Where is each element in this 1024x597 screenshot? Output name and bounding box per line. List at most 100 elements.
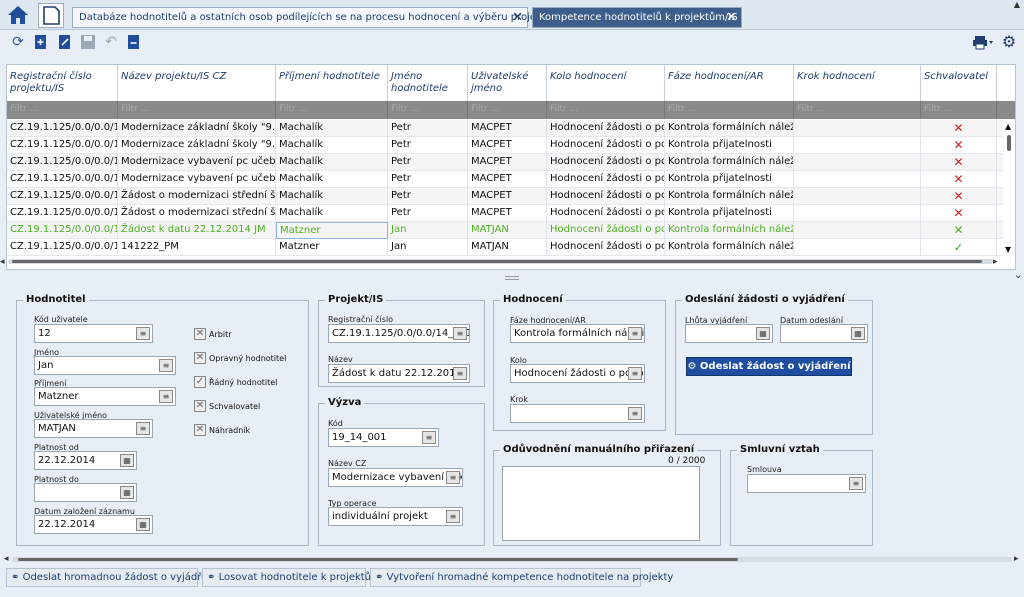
lookup-icon[interactable]: ≡ [849, 477, 863, 490]
delete-icon[interactable] [126, 34, 142, 50]
checkbox-checked[interactable]: ✓ [194, 376, 206, 388]
col-header-phase[interactable]: Fáze hodnocení/AR [665, 65, 794, 101]
grid-vertical-scroll-thumb[interactable] [1007, 135, 1011, 151]
edit-icon[interactable] [57, 34, 73, 50]
gear-icon[interactable]: ⚙ [998, 34, 1020, 50]
table-row[interactable]: CZ.19.1.125/0.0/0.0/1 Žádost o modernizac… [7, 205, 1003, 222]
filter-input[interactable]: Filtr ... [468, 101, 547, 119]
filter-input[interactable]: Filtr ... [118, 101, 276, 119]
col-header-step[interactable]: Krok hodnocení [794, 65, 921, 101]
calendar-icon[interactable]: ▦ [756, 327, 770, 340]
field-value: CZ.19.1.125/0.0/0.0/14_001 [332, 328, 470, 339]
scroll-left-icon[interactable]: ◂ [4, 554, 9, 564]
calendar-icon[interactable]: ▦ [136, 518, 150, 531]
call-code-field[interactable]: 19_14_001 ≡ [328, 428, 439, 447]
evaluation-step-field[interactable]: ≡ [510, 404, 645, 423]
lookup-icon[interactable]: ≡ [628, 407, 642, 420]
valid-from-field[interactable]: 22.12.2014 ▦ [34, 451, 137, 470]
lookup-icon[interactable]: ≡ [159, 390, 173, 403]
operation-type-field[interactable]: individuální projekt ≡ [328, 507, 463, 526]
contract-field[interactable]: ≡ [747, 474, 866, 493]
table-row[interactable]: CZ.19.1.125/0.0/0.0/1 141222_PM Matzner Jan… [7, 239, 1003, 256]
close-icon[interactable]: ✕ [726, 10, 737, 25]
add-icon[interactable] [33, 34, 49, 50]
collapse-icon[interactable]: ⌄ [1014, 270, 1022, 281]
draw-evaluators-button[interactable]: ⚭ Losovat hodnotitele k projektům [202, 568, 381, 587]
print-icon[interactable] [972, 34, 994, 50]
scroll-up-icon[interactable]: ▲ [1014, 0, 1020, 9]
table-row[interactable]: CZ.19.1.125/0.0/0.0/1 Modernizace vybaven… [7, 171, 1003, 188]
scroll-right-icon[interactable]: ▸ [1014, 554, 1019, 564]
calendar-icon[interactable]: ▦ [120, 454, 134, 467]
filter-input[interactable]: Filtr ... [794, 101, 921, 119]
table-row[interactable]: CZ.19.1.125/0.0/0.0/1 Modernizace základn… [7, 120, 1003, 137]
splitter-handle[interactable] [505, 276, 519, 280]
lookup-icon[interactable]: ≡ [159, 359, 173, 372]
scroll-right-icon[interactable]: ▸ [993, 257, 998, 267]
close-icon[interactable]: ✕ [512, 10, 523, 25]
created-date-field[interactable]: 22.12.2014 ▦ [34, 515, 153, 534]
scroll-down-icon[interactable]: ▼ [1005, 245, 1011, 254]
filter-input[interactable]: Filtr ... [547, 101, 665, 119]
lookup-icon[interactable]: ≡ [446, 471, 460, 484]
lookup-icon[interactable]: ≡ [136, 422, 150, 435]
form-scroll-thumb[interactable] [18, 558, 738, 561]
bulk-request-label: Odeslat hromadnou žádost o vyjádření [22, 572, 217, 583]
filter-input[interactable]: Filtr ... [665, 101, 794, 119]
lookup-icon[interactable]: ≡ [628, 327, 642, 340]
checkbox-x[interactable]: ✕ [194, 400, 206, 412]
table-row[interactable]: CZ.19.1.125/0.0/0.0/1 Žádost o modernizac… [7, 188, 1003, 205]
user-code-field[interactable]: 12 ≡ [34, 324, 153, 343]
checkbox-x[interactable]: ✕ [194, 352, 206, 364]
home-icon[interactable] [6, 4, 30, 26]
lookup-icon[interactable]: ≡ [453, 327, 467, 340]
username-field[interactable]: MATJAN ≡ [34, 419, 153, 438]
undo-icon[interactable]: ↶ [103, 34, 119, 50]
grid-scroll-thumb[interactable] [12, 260, 982, 263]
tab-database[interactable]: Databáze hodnotitelů a ostatních osob po… [72, 7, 552, 28]
valid-to-field[interactable]: ▦ [34, 483, 137, 502]
project-reg-field[interactable]: CZ.19.1.125/0.0/0.0/14_001 ≡ [328, 324, 470, 343]
table-row[interactable]: CZ.19.1.125/0.0/0.0/1 Modernizace základn… [7, 137, 1003, 154]
lookup-icon[interactable]: ≡ [136, 327, 150, 340]
col-header-round[interactable]: Kolo hodnocení [547, 65, 665, 101]
call-name-field[interactable]: Modernizace vybavení zákla ≡ [328, 468, 463, 487]
lookup-icon[interactable]: ≡ [446, 510, 460, 523]
checkbox-x[interactable]: ✕ [194, 328, 206, 340]
evaluation-round-field[interactable]: Hodnocení žádosti o podpo ≡ [510, 364, 645, 383]
document-icon[interactable] [38, 3, 64, 28]
send-date-field[interactable]: ▦ [780, 324, 868, 343]
scroll-left-icon[interactable]: ◂ [0, 257, 5, 267]
lookup-icon[interactable]: ≡ [453, 367, 467, 380]
col-header-approver[interactable]: Schvalovatel [921, 65, 997, 101]
evaluation-phase-field[interactable]: Kontrola formálních náležitos≡ [510, 324, 645, 343]
col-header-username[interactable]: Uživatelské jméno [468, 65, 547, 101]
calendar-icon[interactable]: ▦ [120, 486, 134, 499]
table-row[interactable]: CZ.19.1.125/0.0/0.0/1 Modernizace vybaven… [7, 154, 1003, 171]
lookup-icon[interactable]: ≡ [422, 431, 436, 444]
lookup-icon[interactable]: ≡ [628, 367, 642, 380]
col-header-surname[interactable]: Příjmení hodnotitele [276, 65, 388, 101]
filter-input[interactable]: Filtr ... [7, 101, 118, 119]
filter-input[interactable]: Filtr ... [921, 101, 997, 119]
calendar-icon[interactable]: ▦ [851, 327, 865, 340]
bulk-competence-button[interactable]: ⚭ Vytvoření hromadné kompetence hodnotit… [370, 568, 673, 587]
col-header-name[interactable]: Název projektu/IS CZ [118, 65, 276, 101]
checkbox-x[interactable]: ✕ [194, 424, 206, 436]
filter-input[interactable]: Filtr ... [276, 101, 388, 119]
justification-textarea[interactable] [502, 466, 700, 541]
bulk-request-button[interactable]: ⚭ Odeslat hromadnou žádost o vyjádření [6, 568, 216, 587]
project-name-field[interactable]: Žádost k datu 22.12.2014 JM ≡ [328, 364, 470, 383]
refresh-icon[interactable]: ⟳ [10, 34, 26, 50]
scroll-up-icon[interactable]: ▲ [1005, 122, 1011, 131]
first-name-field[interactable]: Jan ≡ [34, 356, 176, 375]
col-header-reg[interactable]: Registrační číslo projektu/IS [7, 65, 118, 101]
table-row[interactable]: CZ.19.1.125/0.0/0.0/1 Žádost k datu 22.12… [7, 222, 1003, 239]
col-header-firstname[interactable]: Jméno hodnotitele [388, 65, 468, 101]
send-request-button[interactable]: ⚙ Odeslat žádost o vyjádření [686, 357, 852, 376]
surname-field[interactable]: Matzner ≡ [34, 387, 176, 406]
response-deadline-field[interactable]: ▦ [685, 324, 773, 343]
filter-input[interactable]: Filtr ... [388, 101, 468, 119]
tab-competence[interactable]: Kompetence hodnotitelů k projektům/IS ✕ [532, 7, 742, 28]
save-icon[interactable] [80, 34, 96, 50]
